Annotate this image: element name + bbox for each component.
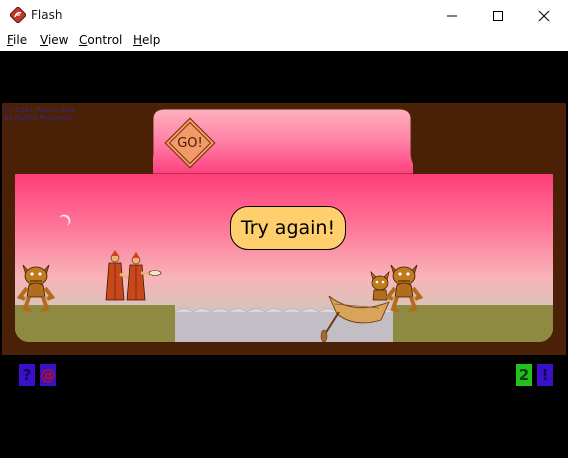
game-scene[interactable]: [15, 174, 553, 342]
devil-left: [16, 264, 56, 313]
right-bank: [393, 305, 553, 342]
at-button[interactable]: @: [40, 364, 56, 386]
moon-icon: [59, 214, 71, 226]
monk-2: [126, 252, 162, 301]
title-bar[interactable]: Flash: [0, 0, 568, 31]
monk-1: [105, 250, 129, 301]
left-bank: [15, 305, 175, 342]
window-title: Flash: [31, 8, 63, 22]
devil-boat: [370, 270, 390, 301]
menu-view-label: iew: [47, 33, 69, 47]
try-again-bubble: Try again!: [230, 206, 346, 250]
help-button[interactable]: ?: [19, 364, 35, 386]
menu-view[interactable]: View: [40, 33, 68, 47]
info-button[interactable]: !: [537, 364, 553, 386]
credit-text: (c) 2001 Plastic Arts All Rights Reserve…: [4, 106, 75, 122]
devil-right: [384, 264, 424, 313]
menu-control[interactable]: Control: [79, 33, 122, 47]
close-button[interactable]: [521, 0, 567, 31]
menu-bar: File View Control Help: [0, 31, 568, 51]
minimize-icon: [447, 15, 457, 16]
menu-help-accel: H: [133, 33, 143, 47]
credit-line-1: (c) 2001 Plastic Arts: [4, 106, 75, 114]
go-button-label: GO!: [177, 135, 203, 151]
flash-stage[interactable]: (c) 2001 Plastic Arts All Rights Reserve…: [0, 51, 568, 458]
flash-app-icon: [9, 6, 27, 24]
scene-artwork: [15, 214, 553, 342]
credit-line-2: All Rights Reserved: [4, 114, 72, 122]
menu-help[interactable]: Help: [133, 33, 160, 47]
menu-control-label: ontrol: [87, 33, 123, 47]
close-icon: [538, 10, 550, 21]
level-counter[interactable]: 2: [516, 364, 532, 386]
menu-help-label: elp: [142, 33, 161, 47]
menu-file[interactable]: File: [7, 33, 27, 47]
go-button[interactable]: GO!: [164, 117, 216, 169]
maximize-button[interactable]: [475, 0, 521, 31]
menu-view-accel: V: [40, 33, 48, 47]
menu-file-label: ile: [13, 33, 28, 47]
minimize-button[interactable]: [429, 0, 475, 31]
maximize-icon: [493, 10, 503, 21]
